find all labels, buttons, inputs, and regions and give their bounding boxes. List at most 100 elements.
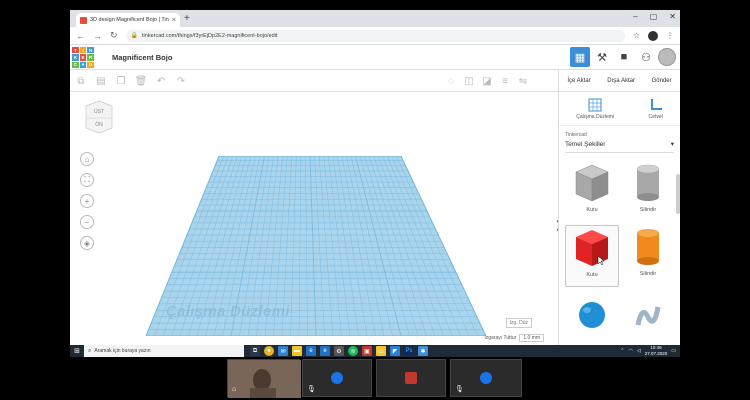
view-cube[interactable]: ÜST ÖN	[84, 100, 114, 134]
ungroup-icon[interactable]: ◪	[480, 74, 494, 88]
system-tray: ⌃ ◠ ◁ 10:46 27.07.2020 ▭	[620, 345, 680, 357]
reload-icon[interactable]: ↻	[110, 30, 118, 41]
participant-video	[228, 360, 301, 398]
align-icon[interactable]: ≡	[498, 74, 512, 88]
snowflake-app-icon[interactable]: ✱	[418, 346, 428, 356]
project-name[interactable]: Magnificent Bojo	[112, 53, 172, 62]
avatar[interactable]	[658, 48, 676, 66]
taskbar-search[interactable]: ⌕ Aramak için buraya yazın	[84, 345, 244, 357]
paste-icon[interactable]: ▤	[94, 74, 108, 88]
minimize-icon[interactable]: –	[633, 12, 637, 21]
fit-view-icon[interactable]: ⛶	[80, 173, 94, 187]
delete-icon[interactable]: 🗑	[134, 74, 148, 88]
shape-box-red[interactable]: Kutu	[565, 225, 619, 287]
export-button[interactable]: Dışa Aktar	[607, 78, 635, 84]
mail-icon[interactable]: ✉	[278, 346, 288, 356]
logo-cell: A	[79, 61, 87, 68]
shape-cylinder-orange[interactable]: Silindir	[621, 225, 675, 287]
participant-tile[interactable]: 🎙	[302, 359, 372, 397]
tinkercad-logo[interactable]: T I N K E R C A D	[72, 47, 94, 68]
import-button[interactable]: İçe Aktar	[567, 78, 590, 84]
browser-tab[interactable]: 3D design Magnificent Bojo | Tin ×	[76, 13, 180, 27]
volume-icon[interactable]: ◁	[637, 348, 641, 354]
shape-name: Kutu	[586, 207, 598, 213]
menu-icon[interactable]: ⋮	[666, 31, 674, 40]
zoom-out-icon[interactable]: −	[80, 215, 94, 229]
star-icon[interactable]: ☆	[633, 31, 640, 40]
tray-arrow-icon[interactable]: ⌃	[620, 348, 624, 354]
spotify-icon[interactable]: ≋	[348, 346, 358, 356]
pickaxe-icon[interactable]: ⚒	[592, 47, 612, 67]
redo-icon[interactable]: ↷	[174, 74, 188, 88]
maximize-icon[interactable]: ▢	[650, 12, 658, 21]
app-icon[interactable]: ▣	[362, 346, 372, 356]
omnibox[interactable]: 🔒 tinkercad.com/things/f3yrEjDp2E2-magni…	[125, 29, 625, 42]
snap-grid: Izgarayı Tuttur 1.0 mm	[484, 334, 544, 342]
duplicate-icon[interactable]: ❐	[114, 74, 128, 88]
workplane-button[interactable]: Çalışma Düzlemi	[576, 98, 614, 125]
windows-start-icon[interactable]: ⊞	[70, 345, 84, 357]
forward-icon[interactable]: →	[93, 31, 102, 41]
panel-scrollbar[interactable]	[676, 174, 680, 214]
box-icon	[575, 164, 609, 202]
sticky-notes-icon[interactable]: ▭	[376, 346, 386, 356]
mirror-icon[interactable]: ⇋	[516, 74, 530, 88]
edit-grid-button[interactable]: Izg. Düz	[505, 318, 532, 328]
tab-strip: 3D design Magnificent Bojo | Tin × + – ▢…	[70, 10, 680, 27]
wifi-icon[interactable]: ◠	[629, 348, 633, 354]
workplane-button-label: Çalışma Düzlemi	[576, 114, 615, 120]
shape-name: Kutu	[586, 272, 598, 278]
add-user-icon[interactable]: ⚇	[636, 47, 656, 67]
undo-icon[interactable]: ↶	[154, 74, 168, 88]
new-tab-button[interactable]: +	[184, 13, 190, 24]
close-window-icon[interactable]: ✕	[669, 12, 676, 21]
library-label: Tinkercad	[565, 132, 587, 138]
task-view-icon[interactable]: ⧉	[250, 346, 260, 356]
participant-tile[interactable]: 🎙	[450, 359, 522, 397]
cylinder-icon	[636, 164, 660, 201]
perspective-icon[interactable]: ◈	[80, 236, 94, 250]
logo-cell: N	[87, 47, 94, 54]
window-controls: – ▢ ✕	[633, 12, 676, 21]
shape-name: Silindir	[639, 207, 657, 213]
copy-icon[interactable]: ⧉	[74, 74, 88, 88]
participant-tile[interactable]	[376, 359, 446, 397]
notification-icon[interactable]: ▭	[671, 348, 676, 354]
chrome-icon[interactable]: ●	[264, 346, 274, 356]
shape-cylinder-gray[interactable]: Silindir	[621, 161, 675, 223]
library-select[interactable]: Temel Şekiller ▾	[565, 140, 674, 153]
design-canvas[interactable]: ÜST ÖN ⌂ ⛶ + − ◈ Çalışma Düzlemi Izg. Dü…	[70, 92, 558, 345]
ruler-button-label: Cetvel	[648, 114, 663, 120]
home-view-icon[interactable]: ⌂	[80, 152, 94, 166]
vscode-icon[interactable]: ◤	[390, 346, 400, 356]
participant-tile-video[interactable]: ⌂	[227, 359, 301, 398]
group-icon[interactable]: ◫	[462, 74, 476, 88]
dropdown-arrow-icon: ▾	[670, 141, 674, 148]
close-tab-icon[interactable]: ×	[172, 17, 176, 24]
grid-icon[interactable]: ▦	[570, 47, 590, 67]
internet-explorer-icon[interactable]: e	[320, 346, 330, 356]
send-button[interactable]: Gönder	[652, 78, 672, 84]
ruler-button[interactable]: Cetvel	[649, 98, 663, 125]
suitcase-icon[interactable]: ■	[614, 47, 634, 67]
logo-cell: I	[79, 47, 87, 54]
clock-date: 27.07.2020	[644, 351, 668, 356]
avatar	[480, 372, 492, 384]
back-icon[interactable]: ←	[76, 31, 85, 41]
file-explorer-icon[interactable]: ▬	[292, 346, 302, 356]
box-icon	[576, 230, 608, 266]
light-bulb-icon[interactable]: ◌	[444, 74, 458, 88]
home-icon: ⌂	[232, 386, 237, 393]
snap-label: Izgarayı Tuttur	[484, 335, 517, 341]
zoom-in-icon[interactable]: +	[80, 194, 94, 208]
profile-icon[interactable]	[648, 30, 658, 41]
clock[interactable]: 10:46 27.07.2020	[645, 345, 668, 357]
logo-cell: R	[87, 54, 94, 61]
shape-name: Silindir	[639, 271, 657, 277]
snap-select[interactable]: 1.0 mm	[519, 334, 544, 342]
edge-icon[interactable]: e	[306, 346, 316, 356]
shape-box-gray[interactable]: Kutu	[565, 161, 619, 223]
workplane-label: Çalışma Düzlemi	[166, 303, 290, 320]
settings-icon[interactable]: ⚙	[334, 346, 344, 356]
photoshop-icon[interactable]: Ps	[404, 346, 414, 356]
